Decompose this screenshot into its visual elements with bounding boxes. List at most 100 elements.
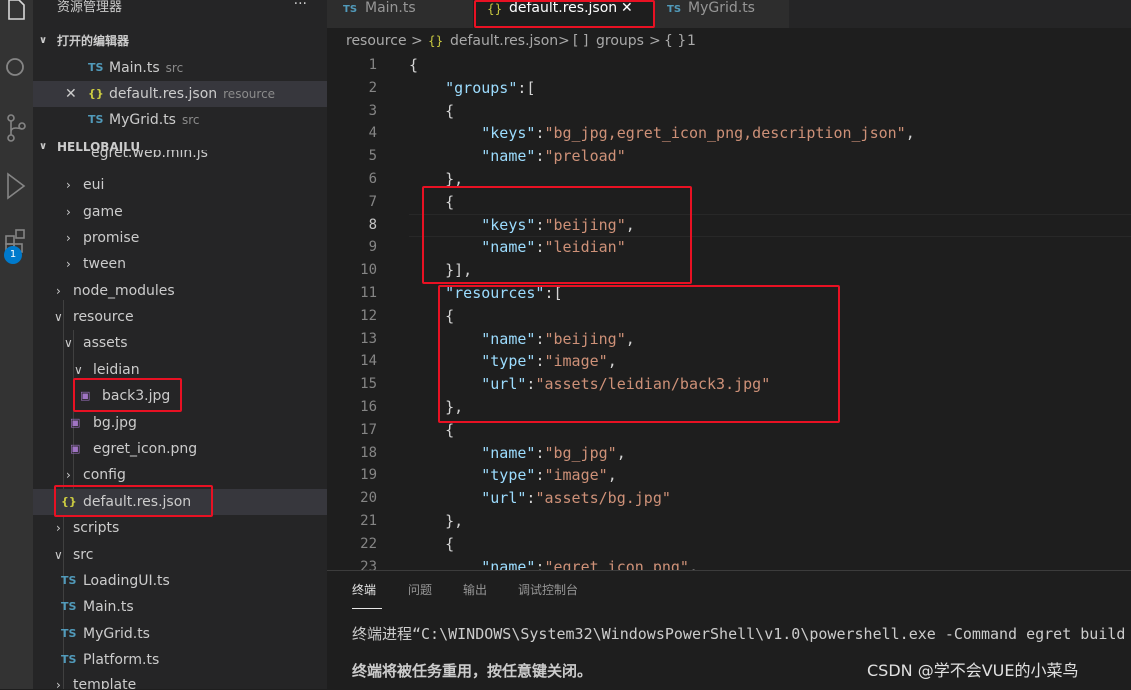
code-line[interactable]: "url":"assets/bg.jpg" bbox=[409, 487, 671, 510]
open-editor-item-main[interactable]: TS Main.ts src bbox=[33, 55, 327, 81]
breadcrumb-index[interactable]: 1 bbox=[687, 28, 696, 54]
run-debug-icon[interactable] bbox=[0, 172, 33, 204]
more-actions-icon[interactable]: ··· bbox=[294, 0, 307, 12]
tree-folder-node-modules[interactable]: › node_modules bbox=[33, 278, 327, 304]
breadcrumb: resource > {} default.res.json > [ ] gro… bbox=[327, 28, 1131, 54]
editor-tabs: TS Main.ts {} default.res.json ✕ TS MyGr… bbox=[327, 0, 1131, 28]
highlight-box-default-res bbox=[54, 485, 213, 517]
chevron-right-icon: › bbox=[66, 231, 71, 245]
search-icon[interactable] bbox=[0, 56, 33, 84]
line-number: 10 bbox=[360, 262, 377, 279]
breadcrumb-separator: > bbox=[411, 33, 423, 49]
line-number: 2 bbox=[368, 79, 377, 96]
tree-folder-resource[interactable]: ∨ resource bbox=[33, 304, 327, 330]
chevron-down-icon: ∨ bbox=[39, 35, 48, 46]
tree-folder-eui[interactable]: › eui bbox=[33, 172, 327, 198]
line-number: 15 bbox=[360, 376, 377, 393]
image-file-icon: ▣ bbox=[70, 416, 81, 429]
tab-mygrid-ts[interactable]: TS MyGrid.ts bbox=[653, 0, 789, 28]
line-number: 14 bbox=[360, 353, 377, 370]
code-line[interactable]: "keys":"bg_jpg,egret_icon_png,descriptio… bbox=[409, 122, 914, 145]
highlight-box-resource bbox=[438, 285, 840, 423]
open-editors-header[interactable]: ∨ 打开的编辑器 bbox=[33, 30, 327, 52]
typescript-file-icon: TS bbox=[343, 4, 358, 15]
typescript-file-icon: TS bbox=[667, 4, 682, 15]
highlight-box-group bbox=[422, 186, 692, 284]
line-number: 5 bbox=[368, 148, 377, 165]
tree-folder-template[interactable]: › template bbox=[33, 672, 327, 689]
tree-folder-promise[interactable]: › promise bbox=[33, 225, 327, 251]
explorer-sidebar: 资源管理器 ··· ∨ 打开的编辑器 TS Main.ts src ✕ {} de… bbox=[33, 0, 327, 689]
code-line[interactable]: "name":"bg_jpg", bbox=[409, 442, 626, 465]
chevron-down-icon: ∨ bbox=[64, 336, 73, 350]
tree-folder-src[interactable]: ∨ src bbox=[33, 542, 327, 568]
tree-file-loadingui-ts[interactable]: TS LoadingUI.ts bbox=[33, 568, 327, 594]
tree-folder-assets[interactable]: ∨ assets bbox=[33, 330, 327, 356]
image-file-icon: ▣ bbox=[70, 442, 81, 455]
tree-file-bg-jpg[interactable]: ▣ bg.jpg bbox=[33, 410, 327, 436]
tab-problems[interactable]: 问题 bbox=[408, 581, 432, 598]
typescript-file-icon: TS bbox=[61, 574, 77, 587]
code-line[interactable]: { bbox=[409, 100, 454, 123]
tab-main-ts[interactable]: TS Main.ts bbox=[327, 0, 473, 28]
open-editor-desc: src bbox=[165, 61, 184, 75]
tab-terminal[interactable]: 终端 bbox=[352, 581, 376, 598]
highlight-box-back3 bbox=[73, 378, 182, 412]
tree-folder-game[interactable]: › game bbox=[33, 199, 327, 225]
code-line[interactable]: { bbox=[409, 533, 454, 556]
activity-bar: 1 bbox=[0, 0, 33, 689]
chevron-right-icon: › bbox=[66, 257, 71, 271]
code-line[interactable]: "name":"preload" bbox=[409, 145, 626, 168]
open-editor-desc: src bbox=[181, 113, 200, 127]
line-number: 6 bbox=[368, 171, 377, 187]
typescript-file-icon: TS bbox=[88, 113, 104, 126]
chevron-right-icon: › bbox=[56, 678, 61, 689]
typescript-file-icon: TS bbox=[61, 653, 77, 666]
breadcrumb-resource[interactable]: resource bbox=[346, 28, 407, 54]
line-number: 19 bbox=[360, 467, 377, 484]
watermark: CSDN @学不会VUE的小菜鸟 bbox=[867, 661, 1079, 680]
array-icon: [ ] bbox=[573, 33, 589, 49]
line-number: 23 bbox=[360, 558, 377, 570]
object-icon: { } bbox=[664, 33, 687, 49]
terminal-line: 终端进程“C:\WINDOWS\System32\WindowsPowerShe… bbox=[352, 625, 1126, 643]
line-number: 20 bbox=[360, 490, 377, 507]
extensions-badge: 1 bbox=[4, 246, 22, 264]
typescript-file-icon: TS bbox=[61, 627, 77, 640]
tree-item-egret-web-min[interactable]: egret.web.min.js bbox=[33, 150, 327, 164]
tree-folder-scripts[interactable]: › scripts bbox=[33, 515, 327, 541]
chevron-down-icon: ∨ bbox=[54, 548, 63, 562]
line-number: 18 bbox=[360, 444, 377, 461]
tree-file-platform-ts[interactable]: TS Platform.ts bbox=[33, 647, 327, 673]
tree-file-mygrid-ts[interactable]: TS MyGrid.ts bbox=[33, 621, 327, 647]
open-editor-item-default-res[interactable]: ✕ {} default.res.json resource bbox=[33, 81, 327, 107]
open-editor-desc: resource bbox=[223, 87, 276, 101]
code-line[interactable]: "name":"egret_icon_png", bbox=[409, 556, 698, 570]
line-number: 13 bbox=[360, 330, 377, 347]
breadcrumb-groups[interactable]: groups bbox=[596, 28, 644, 54]
line-number: 11 bbox=[360, 285, 377, 301]
tab-output[interactable]: 输出 bbox=[463, 581, 487, 598]
breadcrumb-file[interactable]: default.res.json bbox=[450, 28, 558, 54]
explorer-files-icon[interactable] bbox=[0, 0, 33, 22]
json-file-icon: {} bbox=[88, 87, 104, 100]
line-number: 8 bbox=[368, 216, 377, 233]
code-line[interactable]: { bbox=[409, 54, 418, 77]
line-number: 16 bbox=[360, 399, 377, 415]
open-editor-item-mygrid[interactable]: TS MyGrid.ts src bbox=[33, 107, 327, 133]
code-line[interactable]: "groups":[ bbox=[409, 77, 535, 100]
line-number: 21 bbox=[360, 513, 377, 529]
tree-file-main-ts[interactable]: TS Main.ts bbox=[33, 594, 327, 620]
close-icon[interactable]: ✕ bbox=[65, 81, 77, 107]
tree-file-egret-icon-png[interactable]: ▣ egret_icon.png bbox=[33, 436, 327, 462]
code-line[interactable]: "type":"image", bbox=[409, 464, 616, 487]
explorer-title: 资源管理器 bbox=[57, 0, 123, 15]
code-line[interactable]: }, bbox=[409, 510, 463, 533]
tab-debug-console[interactable]: 调试控制台 bbox=[518, 581, 578, 598]
tree-folder-tween[interactable]: › tween bbox=[33, 251, 327, 277]
chevron-down-icon: ∨ bbox=[54, 310, 63, 324]
open-editor-name: default.res.json bbox=[109, 86, 218, 102]
source-control-icon[interactable] bbox=[0, 114, 33, 146]
chevron-right-icon: › bbox=[56, 284, 61, 298]
line-number: 12 bbox=[360, 307, 377, 324]
